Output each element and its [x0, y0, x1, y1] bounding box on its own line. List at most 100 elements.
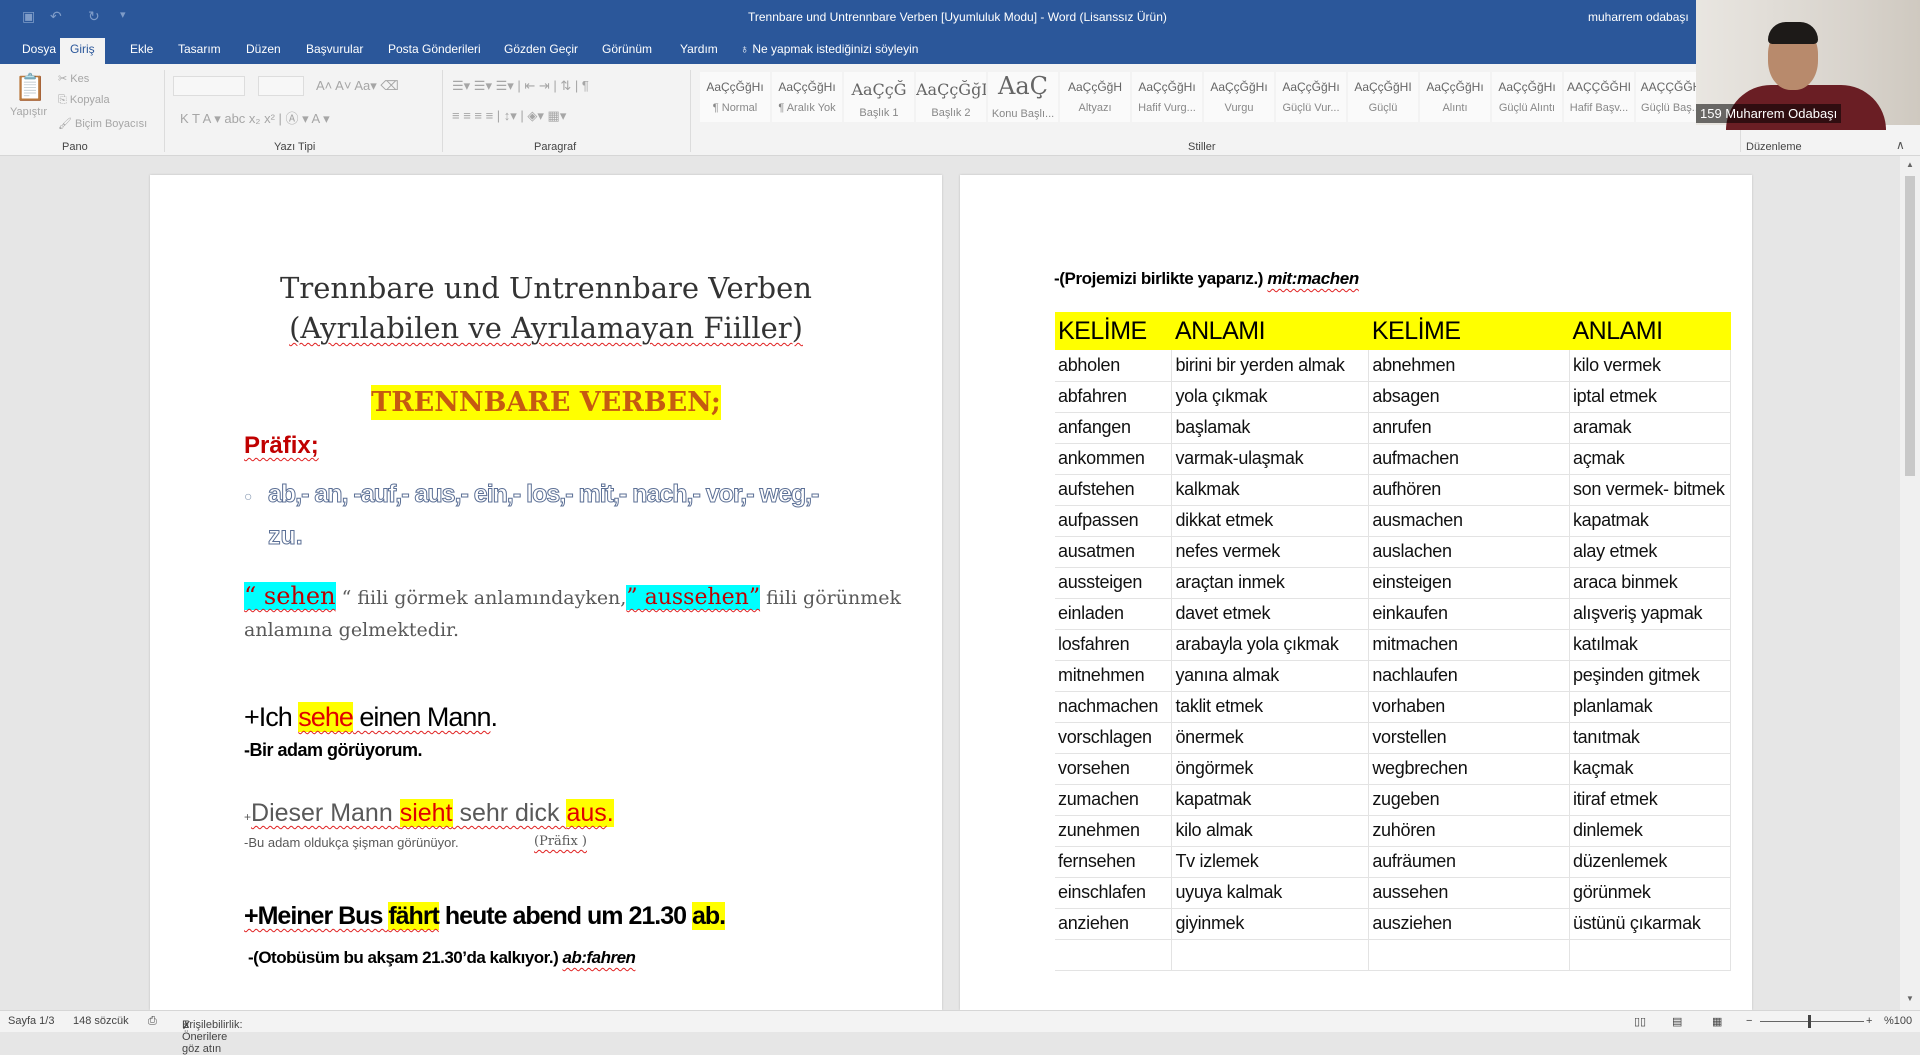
- tab-6[interactable]: Posta Gönderileri: [378, 38, 491, 64]
- font-format-tools[interactable]: K T A ▾ abc x₂ x² | Ⓐ ▾ A ▾: [180, 108, 330, 127]
- table-cell: aufhören: [1368, 474, 1570, 506]
- style-4[interactable]: AaÇ Konu Başlı...: [988, 72, 1058, 122]
- prefix-list: ab,- an, -auf,- aus,- ein,- los,- mit,- …: [267, 480, 819, 509]
- table-cell: kapatmak: [1171, 784, 1370, 816]
- save-icon[interactable]: ▣: [22, 8, 35, 25]
- format-painter-button[interactable]: 🖌 Biçim Boyacısı: [58, 117, 147, 130]
- read-mode-icon[interactable]: ▯▯: [1634, 1015, 1646, 1028]
- right-page[interactable]: -(Projemizi birlikte yaparız.) mit:mache…: [960, 175, 1752, 1010]
- list-tools[interactable]: ☰▾ ☰▾ ☰▾ | ⇤ ⇥ | ⇅ | ¶: [452, 78, 589, 94]
- table-row: losfahren arabayla yola çıkmak mitmachen ka…: [1055, 629, 1732, 661]
- style-name: Altyazı: [1078, 102, 1112, 114]
- style-7[interactable]: AaÇçĞğHı Vurgu: [1204, 72, 1274, 122]
- style-name: Konu Başlı...: [991, 108, 1055, 120]
- tab-0[interactable]: Dosya: [12, 38, 66, 64]
- table-row: vorschlagen önermek vorstellen tanıtmak: [1055, 722, 1732, 754]
- example-1-translation: -Bir adam görüyorum.: [244, 740, 423, 760]
- table-cell: wegbrechen: [1368, 753, 1570, 785]
- style-preview: AaÇçĞğHı: [778, 80, 836, 94]
- table-cell: varmak-ulaşmak: [1171, 443, 1370, 475]
- tab-2[interactable]: Ekle: [120, 38, 163, 64]
- table-cell: son vermek- bitmek: [1569, 474, 1732, 506]
- table-cell: dikkat etmek: [1171, 505, 1370, 537]
- column-header: ANLAMI: [1569, 312, 1731, 350]
- font-tools[interactable]: A˄ A˅ Aa▾ ⌫: [316, 78, 399, 94]
- print-layout-icon[interactable]: ▤: [1672, 1015, 1682, 1028]
- table-cell: görünmek: [1569, 877, 1732, 909]
- style-12[interactable]: AAÇÇĞĞHI Hafif Başv...: [1564, 72, 1634, 122]
- zoom-slider[interactable]: [1760, 1021, 1864, 1022]
- lightbulb-icon: ♁: [740, 42, 753, 56]
- style-11[interactable]: AaÇçĞğHı Güçlü Alıntı: [1492, 72, 1562, 122]
- zoom-level[interactable]: %100: [1884, 1015, 1912, 1027]
- table-row: abholen birini bir yerden almak abnehmen ki…: [1055, 350, 1732, 382]
- style-1[interactable]: AaÇçĞğHı ¶ Aralık Yok: [772, 72, 842, 122]
- table-cell: absagen: [1368, 381, 1570, 413]
- vertical-scrollbar[interactable]: ▲ ▼: [1900, 156, 1920, 1010]
- group-label: Düzenleme: [1746, 141, 1802, 153]
- table-cell: vorschlagen: [1055, 722, 1173, 754]
- table-cell: alışveriş yapmak: [1569, 598, 1732, 630]
- style-3[interactable]: AaÇçĞğI Başlık 2: [916, 72, 986, 122]
- table-cell: vorsehen: [1055, 753, 1173, 785]
- scroll-down-icon[interactable]: ▼: [1906, 994, 1914, 1003]
- style-5[interactable]: AaÇçĞğH Altyazı: [1060, 72, 1130, 122]
- font-name-input[interactable]: [173, 76, 245, 96]
- paste-icon[interactable]: 📋: [14, 72, 46, 103]
- table-header-row: KELİME ANLAMI KELİME ANLAMI: [1055, 312, 1731, 350]
- tab-1[interactable]: Giriş: [60, 38, 105, 64]
- style-preview: AaÇçĞğHı: [1426, 80, 1484, 94]
- undo-icon[interactable]: ↶: [50, 8, 62, 25]
- style-9[interactable]: AaÇçĞğHI Güçlü: [1348, 72, 1418, 122]
- collapse-ribbon-icon[interactable]: ∧: [1896, 138, 1905, 152]
- style-name: ¶ Aralık Yok: [778, 102, 836, 114]
- example-1: +Ich sehe einen Mann.: [244, 702, 498, 732]
- customize-qat-icon[interactable]: ▾: [120, 8, 126, 21]
- align-tools[interactable]: ≡ ≡ ≡ ≡ | ↕▾ | ◈▾ ▦▾: [452, 108, 566, 124]
- cut-button[interactable]: ✂ Kes: [58, 72, 89, 85]
- example-3: +Meiner Bus fährt heute abend um 21.30 a…: [244, 902, 726, 930]
- table-cell: alay etmek: [1569, 536, 1732, 568]
- table-cell: abfahren: [1055, 381, 1173, 413]
- table-cell: aufmachen: [1368, 443, 1570, 475]
- page-count[interactable]: Sayfa 1/3: [8, 1015, 54, 1027]
- paste-button[interactable]: Yapıştır: [10, 106, 47, 118]
- left-page[interactable]: Trennbare und Untrennbare Verben (Ayrıla…: [150, 175, 942, 1010]
- word-count[interactable]: 148 sözcük: [73, 1015, 129, 1027]
- tell-me-box[interactable]: ♁ Ne yapmak istediğinizi söyleyin: [730, 38, 928, 64]
- table-cell: einladen: [1055, 598, 1173, 630]
- table-row: aussteigen araçtan inmek einsteigen araca b…: [1055, 567, 1732, 599]
- table-row: fernsehen Tv izlemek aufräumen düzenlemek: [1055, 846, 1732, 878]
- web-layout-icon[interactable]: ▦: [1712, 1015, 1722, 1028]
- style-2[interactable]: AaÇçĞ Başlık 1: [844, 72, 914, 122]
- table-row: zunehmen kilo almak zuhören dinlemek: [1055, 815, 1732, 847]
- style-0[interactable]: AaÇçĞğHı ¶ Normal: [700, 72, 770, 122]
- zoom-out-button[interactable]: −: [1746, 1015, 1752, 1027]
- zoom-slider-thumb[interactable]: [1808, 1015, 1811, 1028]
- scroll-up-icon[interactable]: ▲: [1906, 160, 1914, 169]
- redo-icon[interactable]: ↻: [88, 8, 100, 25]
- scroll-thumb[interactable]: [1905, 176, 1915, 476]
- table-cell: taklit etmek: [1171, 691, 1370, 723]
- user-name[interactable]: muharrem odabaşı: [1588, 10, 1689, 24]
- zoom-in-button[interactable]: +: [1866, 1015, 1872, 1027]
- font-size-input[interactable]: [258, 76, 304, 96]
- table-cell: kapatmak: [1569, 505, 1732, 537]
- tab-7[interactable]: Gözden Geçir: [494, 38, 588, 64]
- style-10[interactable]: AaÇçĞğHı Alıntı: [1420, 72, 1490, 122]
- proofing-icon[interactable]: ⎙: [148, 1015, 157, 1028]
- webcam-label: 159 Muharrem Odabaşı: [1696, 104, 1842, 123]
- group-label: Pano: [62, 141, 88, 153]
- tab-9[interactable]: Yardım: [670, 38, 728, 64]
- copy-button[interactable]: ⎘ Kopyala: [58, 94, 110, 107]
- style-8[interactable]: AaÇçĞğHı Güçlü Vur...: [1276, 72, 1346, 122]
- table-row: einschlafen uyuya kalmak aussehen görünmek: [1055, 877, 1732, 909]
- tab-4[interactable]: Düzen: [236, 38, 291, 64]
- tab-8[interactable]: Görünüm: [592, 38, 662, 64]
- tab-3[interactable]: Tasarım: [168, 38, 231, 64]
- style-preview: AaÇ: [997, 72, 1048, 100]
- tab-5[interactable]: Başvurular: [296, 38, 373, 64]
- table-cell: açmak: [1569, 443, 1732, 475]
- table-cell: [1171, 939, 1370, 971]
- style-6[interactable]: AaÇçĞğHı Hafif Vurg...: [1132, 72, 1202, 122]
